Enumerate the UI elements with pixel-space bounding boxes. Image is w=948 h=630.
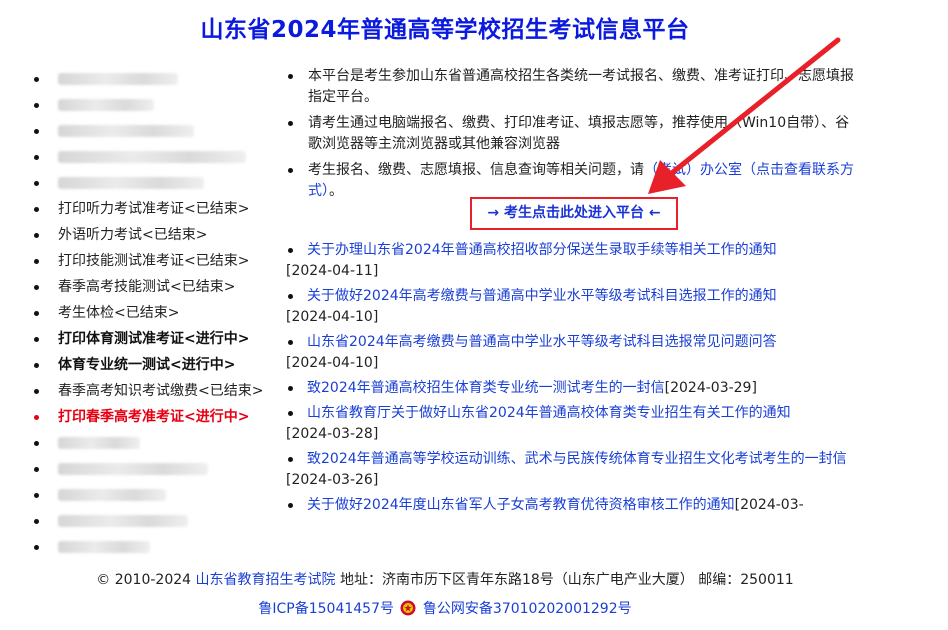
enter-platform-button[interactable]: → 考生点击此处进入平台 ← [470, 197, 678, 230]
news-link[interactable]: 山东省教育厅关于做好山东省2024年普通高校体育类专业招生有关工作的通知 [307, 405, 791, 421]
org-link[interactable]: 山东省教育招生考试院 [196, 572, 336, 588]
news-item: 致2024年普通高等学校运动训练、武术与民族传统体育专业招生文化考试考生的一封信… [286, 449, 866, 491]
notice-text: 考生报名、缴费、志愿填报、信息查询等相关问题，请 [308, 162, 644, 178]
icp-link[interactable]: 鲁ICP备15041457号 [258, 601, 394, 617]
news-date: [2024-04-11] [286, 263, 379, 279]
news-item: 致2024年普通高校招生体育类专业统一测试考生的一封信[2024-03-29] [286, 378, 866, 399]
bullet-icon [288, 410, 293, 416]
notice-item: 考生报名、缴费、志愿填报、信息查询等相关问题，请（考试）办公室（点击查看联系方式… [286, 160, 858, 202]
copyright-text: © 2010-2024 [96, 572, 192, 588]
address-text: 地址：济南市历下区青年东路18号（山东广电产业大厦） 邮编：250011 [339, 572, 794, 588]
news-date: [2024-03- [734, 497, 804, 513]
sidebar-item[interactable]: 外语听力考试<已结束> [30, 222, 280, 248]
news-link[interactable]: 关于做好2024年度山东省军人子女高考教育优待资格审核工作的通知 [307, 497, 735, 513]
news-list: 关于办理山东省2024年普通高校招收部分保送生录取手续等相关工作的通知 [2024… [286, 240, 866, 520]
page-title: 山东省2024年普通高等学校招生考试信息平台 [200, 17, 690, 43]
sidebar-item-blurred[interactable] [30, 170, 280, 196]
news-link[interactable]: 关于做好2024年高考缴费与普通高中学业水平等级考试科目选报工作的通知 [307, 288, 777, 304]
news-item: 关于做好2024年度山东省军人子女高考教育优待资格审核工作的通知[2024-03… [286, 495, 866, 516]
news-item: 关于做好2024年高考缴费与普通高中学业水平等级考试科目选报工作的通知 [2024… [286, 286, 866, 328]
news-item: 关于办理山东省2024年普通高校招收部分保送生录取手续等相关工作的通知 [2024… [286, 240, 866, 282]
sidebar-item[interactable]: 春季高考技能测试<已结束> [30, 274, 280, 300]
sidebar-item-blurred[interactable] [30, 456, 280, 482]
sidebar-item-blurred[interactable] [30, 118, 280, 144]
sidebar-item-blurred[interactable] [30, 66, 280, 92]
police-record-link[interactable]: 鲁公网安备37010202001292号 [423, 601, 632, 617]
sidebar-item[interactable]: 打印听力考试准考证<已结束> [30, 196, 280, 222]
news-link[interactable]: 致2024年普通高校招生体育类专业统一测试考生的一封信 [307, 380, 665, 396]
notice-item: 本平台是考生参加山东省普通高校招生各类统一考试报名、缴费、准考证打印、志愿填报指… [286, 66, 858, 108]
sidebar-item[interactable]: 春季高考知识考试缴费<已结束> [30, 378, 280, 404]
news-item: 山东省2024年高考缴费与普通高中学业水平等级考试科目选报常见问题问答 [2024… [286, 332, 866, 374]
footer-records: 鲁ICP备15041457号 鲁公网安备37010202001292号 [0, 598, 890, 618]
bullet-icon [288, 339, 293, 345]
news-item: 山东省教育厅关于做好山东省2024年普通高校体育类专业招生有关工作的通知 [202… [286, 403, 866, 445]
police-badge-icon [400, 600, 416, 616]
bullet-icon [288, 456, 293, 462]
sidebar-item-active[interactable]: 打印春季高考准考证<进行中> [30, 404, 280, 430]
bullet-icon [288, 293, 293, 299]
news-link[interactable]: 山东省2024年高考缴费与普通高中学业水平等级考试科目选报常见问题问答 [307, 334, 777, 350]
bullet-icon [288, 502, 293, 508]
news-date: [2024-03-28] [286, 426, 379, 442]
sidebar-item[interactable]: 打印体育测试准考证<进行中> [30, 326, 280, 352]
sidebar-item-blurred[interactable] [30, 144, 280, 170]
news-date: [2024-04-10] [286, 309, 379, 325]
news-date: [2024-04-10] [286, 355, 379, 371]
footer-copyright: © 2010-2024 山东省教育招生考试院 地址：济南市历下区青年东路18号（… [0, 569, 890, 589]
sidebar-item[interactable]: 体育专业统一测试<进行中> [30, 352, 280, 378]
bullet-icon [288, 247, 293, 253]
notice-item: 请考生通过电脑端报名、缴费、打印准考证、填报志愿等，推荐使用（Win10自带）、… [286, 113, 858, 155]
sidebar-item-blurred[interactable] [30, 482, 280, 508]
sidebar-menu: 打印听力考试准考证<已结束> 外语听力考试<已结束> 打印技能测试准考证<已结束… [30, 66, 280, 560]
notice-list: 本平台是考生参加山东省普通高校招生各类统一考试报名、缴费、准考证打印、志愿填报指… [286, 66, 858, 207]
sidebar-item-blurred[interactable] [30, 508, 280, 534]
sidebar-item-blurred[interactable] [30, 534, 280, 560]
bullet-icon [288, 385, 293, 391]
notice-end: 。 [329, 183, 343, 199]
sidebar-item-blurred[interactable] [30, 92, 280, 118]
sidebar-item-blurred[interactable] [30, 430, 280, 456]
news-link[interactable]: 致2024年普通高等学校运动训练、武术与民族传统体育专业招生文化考试考生的一封信 [307, 451, 847, 467]
news-date: [2024-03-26] [286, 472, 379, 488]
news-link[interactable]: 关于办理山东省2024年普通高校招收部分保送生录取手续等相关工作的通知 [307, 242, 777, 258]
news-date: [2024-03-29] [664, 380, 757, 396]
sidebar-item[interactable]: 打印技能测试准考证<已结束> [30, 248, 280, 274]
sidebar-item[interactable]: 考生体检<已结束> [30, 300, 280, 326]
